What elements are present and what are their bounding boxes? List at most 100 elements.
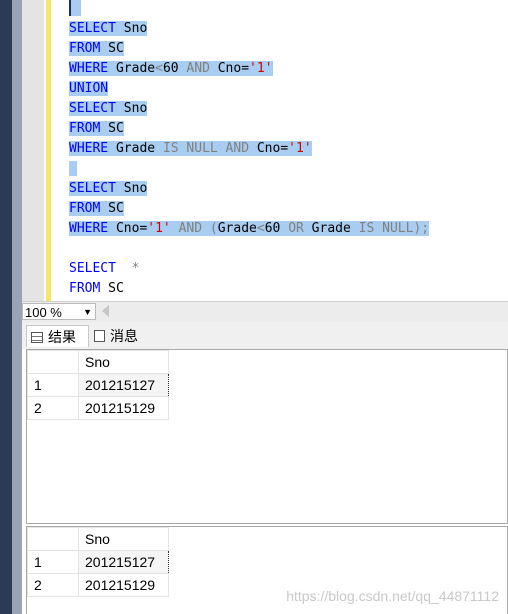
header-row: Sno <box>27 527 169 551</box>
column-header[interactable]: Sno <box>78 350 169 374</box>
code-token: SELECT <box>69 101 116 116</box>
cell-sno[interactable]: 201215129 <box>78 396 169 420</box>
tab-results[interactable]: 结果 <box>26 325 89 347</box>
scroll-left-icon[interactable] <box>102 305 109 317</box>
code-token: Sno <box>115 101 148 116</box>
code-token: SELECT <box>69 181 116 196</box>
code-line-content: WHERE Grade IS NULL AND Cno='1' <box>69 141 312 156</box>
table-row[interactable]: 2 201215129 <box>27 396 169 420</box>
watermark-text: https://blog.csdn.net/qq_44871112 <box>286 588 499 604</box>
left-panel-scrollbar[interactable] <box>12 0 22 614</box>
code-token: 60 <box>162 61 187 76</box>
code-token: SC <box>100 121 124 136</box>
code-token: SC <box>100 41 124 56</box>
tab-messages[interactable]: 消息 <box>90 325 150 347</box>
row-number[interactable]: 2 <box>27 573 79 597</box>
code-token: IS NULL); <box>358 221 430 236</box>
code-token: FROM <box>69 41 101 56</box>
code-line[interactable]: SELECT * <box>69 260 139 278</box>
code-token: '1' <box>147 221 171 236</box>
code-line[interactable]: WHERE Grade IS NULL AND Cno='1' <box>69 140 312 158</box>
code-line-content: FROM SC <box>69 41 124 56</box>
code-token: FROM <box>69 201 101 216</box>
table-row[interactable]: 1 201215127 <box>27 373 169 397</box>
results-grid-1[interactable]: Sno 1 201215127 2 201215129 <box>26 349 508 524</box>
cell-sno[interactable]: 201215129 <box>78 573 169 597</box>
code-token: Cno= <box>249 141 289 156</box>
code-token: < <box>155 61 163 76</box>
code-line[interactable]: FROM SC <box>69 200 124 218</box>
code-token: Sno <box>115 21 148 36</box>
code-token: Sno <box>115 181 148 196</box>
column-header[interactable]: Sno <box>78 527 169 551</box>
chevron-down-icon[interactable]: ▼ <box>83 304 92 321</box>
code-line-content: WHERE Grade<60 AND Cno='1' <box>69 61 273 76</box>
row-number[interactable]: 1 <box>27 373 79 397</box>
code-line[interactable]: WHERE Cno='1' AND (Grade<60 OR Grade IS … <box>69 220 430 238</box>
code-token: Grade <box>108 141 163 156</box>
code-token: SELECT <box>69 261 116 276</box>
tab-messages-label: 消息 <box>110 328 138 344</box>
code-token: WHERE <box>69 221 109 236</box>
code-token: Grade <box>303 221 359 236</box>
code-line[interactable]: FROM SC <box>69 40 124 58</box>
code-line[interactable]: SELECT Sno <box>69 180 148 198</box>
code-token: ( <box>209 221 218 236</box>
code-line[interactable]: SELECT Sno <box>69 100 148 118</box>
code-token: Cno= <box>108 221 148 236</box>
grid-icon <box>31 332 43 343</box>
code-token: WHERE <box>69 141 109 156</box>
message-icon <box>94 330 105 342</box>
code-token: Grade <box>108 61 156 76</box>
code-line-content: SELECT * <box>69 261 139 276</box>
code-line-content: SELECT Sno <box>69 181 148 196</box>
left-panel-strip <box>0 0 12 614</box>
header-row: Sno <box>27 350 169 374</box>
code-token: 60 <box>264 221 289 236</box>
row-number-header <box>27 350 79 374</box>
editor-gutter <box>22 0 44 301</box>
code-token: IS NULL AND <box>162 141 250 156</box>
code-token: AND <box>178 221 203 236</box>
code-line-content: SELECT Sno <box>69 21 148 36</box>
code-token: FROM <box>69 121 101 136</box>
table-row[interactable]: 1 201215127 <box>27 550 169 574</box>
code-token: UNION <box>69 81 109 96</box>
results-grid-2[interactable]: Sno 1 201215127 2 201215129 https://blog… <box>26 526 508 614</box>
code-token: '1' <box>288 141 312 156</box>
code-token: SC <box>100 281 124 296</box>
results-tabs: 结果 消息 <box>22 322 508 349</box>
code-token: WHERE <box>69 61 109 76</box>
code-token: Grade <box>217 221 257 236</box>
zoom-value: 100 % <box>25 305 62 320</box>
row-number[interactable]: 2 <box>27 396 79 420</box>
tab-results-label: 结果 <box>48 329 76 345</box>
code-line[interactable]: UNION <box>69 80 109 98</box>
code-line[interactable]: WHERE Grade<60 AND Cno='1' <box>69 60 273 78</box>
query-editor[interactable]: SELECT Sno FROM SC WHERE Grade<60 AND Cno=… <box>22 0 508 301</box>
row-number[interactable]: 1 <box>27 550 79 574</box>
code-token: FROM <box>69 281 101 296</box>
code-line-content: UNION <box>69 81 109 96</box>
row-number-header <box>27 527 79 551</box>
cell-sno[interactable]: 201215127 <box>78 373 169 397</box>
code-line-content <box>69 161 77 176</box>
code-token: < <box>256 221 265 236</box>
code-line[interactable]: FROM SC <box>69 120 124 138</box>
zoom-bar: 100 % ▼ <box>22 301 508 322</box>
code-line[interactable]: FROM SC <box>69 280 124 298</box>
code-token: SELECT <box>69 21 116 36</box>
code-token: AND <box>186 61 210 76</box>
code-line[interactable]: SELECT Sno <box>69 20 148 38</box>
table-row[interactable]: 2 201215129 <box>27 573 169 597</box>
code-line-content: FROM SC <box>69 201 124 216</box>
zoom-select[interactable]: 100 % ▼ <box>22 303 96 320</box>
cell-sno[interactable]: 201215127 <box>78 550 169 574</box>
code-line[interactable] <box>69 160 77 178</box>
code-line-content: WHERE Cno='1' AND (Grade<60 OR Grade IS … <box>69 221 430 236</box>
code-line-content: FROM SC <box>69 121 124 136</box>
